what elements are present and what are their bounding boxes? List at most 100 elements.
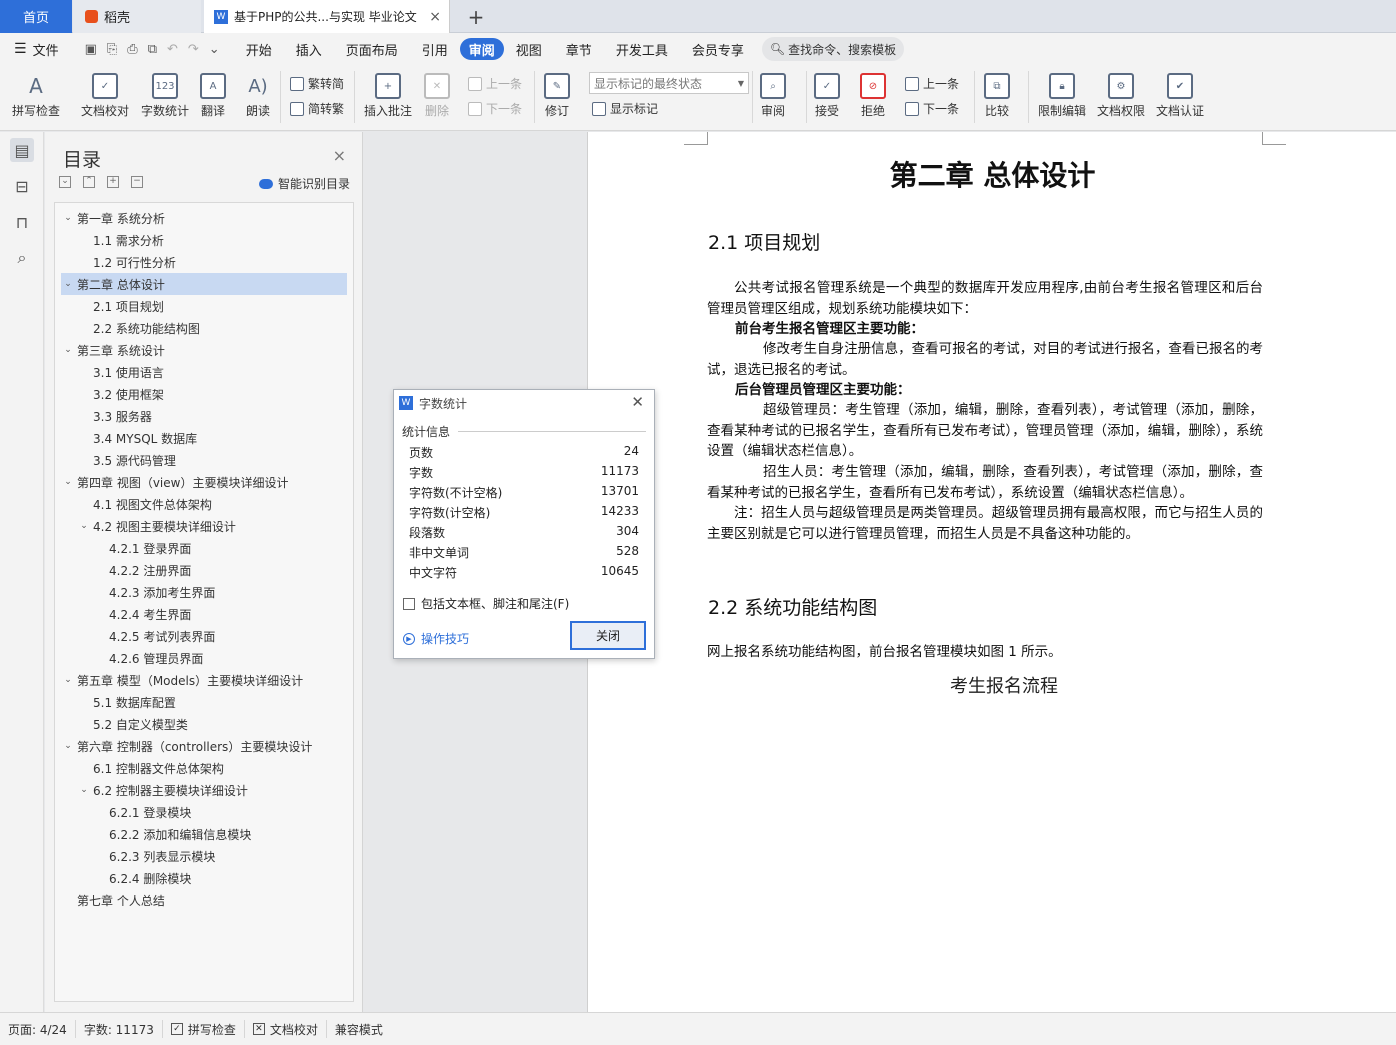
- close-icon[interactable]: ✕: [631, 393, 644, 411]
- toc-item[interactable]: 5.1 数据库配置: [61, 691, 347, 713]
- search-icon[interactable]: ⌕: [10, 246, 34, 270]
- print-preview-icon[interactable]: ⧉: [148, 42, 157, 57]
- file-menu[interactable]: ☰ 文件: [0, 38, 71, 60]
- prev-change-button[interactable]: 上一条: [905, 75, 959, 92]
- toc-item[interactable]: 3.5 源代码管理: [61, 449, 347, 471]
- toc-item[interactable]: 4.2.1 登录界面: [61, 537, 347, 559]
- chevron-down-icon[interactable]: ⌄: [61, 477, 75, 487]
- smart-toc-button[interactable]: 智能识别目录: [259, 175, 350, 192]
- bookmark-icon[interactable]: ⊓: [10, 210, 34, 234]
- tab-docer[interactable]: 稻壳: [73, 0, 201, 33]
- toc-item[interactable]: ⌄ 6.2 控制器主要模块详细设计: [61, 779, 347, 801]
- page-indicator[interactable]: 页面: 4/24: [0, 1020, 76, 1038]
- toc-item[interactable]: 3.3 服务器: [61, 405, 347, 427]
- close-icon[interactable]: ×: [333, 146, 346, 165]
- toc-item[interactable]: 1.1 需求分析: [61, 229, 347, 251]
- chevron-down-icon[interactable]: ⌄: [61, 279, 75, 289]
- menu-view[interactable]: 视图: [504, 38, 554, 60]
- toc-item[interactable]: 1.2 可行性分析: [61, 251, 347, 273]
- toc-item[interactable]: 5.2 自定义模型类: [61, 713, 347, 735]
- track-changes-button[interactable]: ✎ 修订: [544, 73, 570, 119]
- toc-item[interactable]: ⌄ 第四章 视图（view）主要模块详细设计: [61, 471, 347, 493]
- redo-icon[interactable]: ↷: [188, 42, 199, 57]
- toc-item[interactable]: ⌄ 第三章 系统设计: [61, 339, 347, 361]
- command-search[interactable]: 🔍︎ 查找命令、搜索模板: [761, 37, 905, 61]
- toc-item[interactable]: 4.2.6 管理员界面: [61, 647, 347, 669]
- chevron-down-icon[interactable]: ⌄: [61, 213, 75, 223]
- menu-devtools[interactable]: 开发工具: [604, 38, 680, 60]
- menu-layout[interactable]: 页面布局: [334, 38, 410, 60]
- navigation-icon[interactable]: ⊟: [10, 174, 34, 198]
- close-icon[interactable]: ×: [429, 9, 441, 25]
- word-count-button[interactable]: 123 字数统计: [141, 73, 189, 119]
- tab-home[interactable]: 首页: [0, 0, 72, 33]
- menu-start[interactable]: 开始: [234, 38, 284, 60]
- save-icon[interactable]: ▣: [85, 42, 97, 57]
- read-aloud-button[interactable]: A) 朗读: [245, 73, 271, 119]
- doc-rights-button[interactable]: ⚙ 文档权限: [1097, 73, 1145, 119]
- prev-comment-button[interactable]: 上一条: [468, 75, 522, 92]
- menu-review[interactable]: 审阅: [459, 38, 504, 60]
- insert-comment-button[interactable]: + 插入批注: [364, 73, 412, 119]
- expand-icon[interactable]: ⌃: [83, 176, 95, 188]
- toc-item[interactable]: 6.2.4 删除模块: [61, 867, 347, 889]
- to-traditional-button[interactable]: 繁转简: [290, 75, 344, 92]
- toc-item[interactable]: 3.4 MYSQL 数据库: [61, 427, 347, 449]
- toc-item[interactable]: 4.2.5 考试列表界面: [61, 625, 347, 647]
- toc-item[interactable]: 4.2.4 考生界面: [61, 603, 347, 625]
- chevron-down-icon[interactable]: ⌄: [77, 521, 91, 531]
- chevron-down-icon[interactable]: ⌄: [77, 785, 91, 795]
- include-footnotes-checkbox[interactable]: 包括文本框、脚注和尾注(F): [403, 595, 569, 612]
- chevron-down-icon[interactable]: ⌄: [61, 741, 75, 751]
- undo-icon[interactable]: ↶: [167, 42, 178, 57]
- new-tab-button[interactable]: +: [462, 0, 490, 33]
- doc-cert-button[interactable]: ✔ 文档认证: [1156, 73, 1204, 119]
- doc-proof-button[interactable]: ✓ 文档校对: [81, 73, 129, 119]
- toc-item[interactable]: 2.1 项目规划: [61, 295, 347, 317]
- toc-item[interactable]: 6.2.3 列表显示模块: [61, 845, 347, 867]
- menu-reference[interactable]: 引用: [410, 38, 460, 60]
- toc-item[interactable]: 4.1 视图文件总体架构: [61, 493, 347, 515]
- toc-item[interactable]: ⌄ 第五章 模型（Models）主要模块详细设计: [61, 669, 347, 691]
- next-comment-button[interactable]: 下一条: [468, 100, 522, 117]
- toc-item[interactable]: 2.2 系统功能结构图: [61, 317, 347, 339]
- proof-status[interactable]: ✕ 文档校对: [245, 1020, 327, 1038]
- compare-button[interactable]: ⧉ 比较: [984, 73, 1010, 119]
- toc-item[interactable]: ⌄ 第一章 系统分析: [61, 207, 347, 229]
- word-count-indicator[interactable]: 字数: 11173: [76, 1020, 163, 1038]
- toc-item[interactable]: 3.2 使用框架: [61, 383, 347, 405]
- to-simplified-button[interactable]: 简转繁: [290, 100, 344, 117]
- toc-item[interactable]: ⌄ 第六章 控制器（controllers）主要模块设计: [61, 735, 347, 757]
- collapse-all-icon[interactable]: ⌄: [59, 176, 71, 188]
- markup-state-select[interactable]: 显示标记的最终状态 ▼: [589, 72, 749, 94]
- toc-item[interactable]: 3.1 使用语言: [61, 361, 347, 383]
- toc-item[interactable]: ⌄ 4.2 视图主要模块详细设计: [61, 515, 347, 537]
- menu-chapter[interactable]: 章节: [554, 38, 604, 60]
- export-icon[interactable]: ⎘: [107, 42, 117, 57]
- reject-button[interactable]: ⊘ 拒绝: [860, 73, 886, 119]
- toc-item[interactable]: 6.1 控制器文件总体架构: [61, 757, 347, 779]
- toc-item[interactable]: 第七章 个人总结: [61, 889, 347, 911]
- spellcheck-status[interactable]: ✓ 拼写检查: [163, 1020, 245, 1038]
- toc-item[interactable]: 6.2.2 添加和编辑信息模块: [61, 823, 347, 845]
- toc-item[interactable]: 4.2.3 添加考生界面: [61, 581, 347, 603]
- spellcheck-button[interactable]: A 拼写检查: [12, 73, 60, 119]
- accept-button[interactable]: ✓ 接受: [814, 73, 840, 119]
- dialog-titlebar[interactable]: W 字数统计 ✕: [394, 390, 654, 416]
- chevron-down-icon[interactable]: ⌄: [61, 675, 75, 685]
- customize-icon[interactable]: ⌄: [209, 42, 220, 57]
- restrict-edit-button[interactable]: 🔒︎ 限制编辑: [1038, 73, 1086, 119]
- toc-panel-icon[interactable]: ▤: [10, 138, 34, 162]
- toc-item[interactable]: 4.2.2 注册界面: [61, 559, 347, 581]
- print-icon[interactable]: ⎙: [127, 42, 137, 57]
- toc-item[interactable]: ⌄ 第二章 总体设计: [61, 273, 347, 295]
- show-markup-button[interactable]: 显示标记: [592, 100, 658, 117]
- chevron-down-icon[interactable]: ⌄: [61, 345, 75, 355]
- tab-document[interactable]: W 基于PHP的公共...与实现 毕业论文 ×: [204, 0, 450, 33]
- tips-link[interactable]: ▶ 操作技巧: [403, 630, 469, 647]
- menu-insert[interactable]: 插入: [284, 38, 334, 60]
- menu-member[interactable]: 会员专享: [680, 38, 756, 60]
- toc-item[interactable]: 6.2.1 登录模块: [61, 801, 347, 823]
- close-button[interactable]: 关闭: [570, 621, 646, 650]
- translate-button[interactable]: A 翻译: [200, 73, 226, 119]
